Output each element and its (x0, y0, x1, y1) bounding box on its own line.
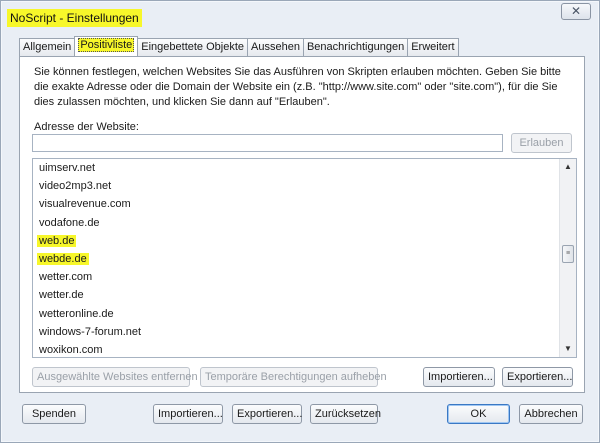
reset-button[interactable]: Zurücksetzen (310, 404, 382, 424)
noscript-settings-window: NoScript - Einstellungen ✕ Allgemein Pos… (0, 0, 600, 443)
site-list-scrollbar[interactable]: ▲ ≡ ▼ (559, 159, 576, 357)
import-label: Importieren... (158, 408, 223, 420)
panel-description: Sie können festlegen, welchen Websites S… (34, 66, 561, 108)
site-name: wetter.de (39, 289, 84, 302)
whitelist-panel: Sie können festlegen, welchen Websites S… (19, 56, 585, 393)
site-list-item[interactable]: visualrevenue.com (33, 195, 560, 213)
panel-export-button[interactable]: Exportieren... (502, 367, 573, 387)
tab-label: Positivliste (78, 38, 135, 52)
tab-label: Erweitert (411, 41, 455, 53)
tab-positivliste[interactable]: Positivliste (74, 36, 139, 56)
tab-label: Benachrichtigungen (306, 41, 405, 53)
title-bar: NoScript - Einstellungen ✕ (1, 1, 599, 33)
site-name: webde.de (37, 252, 89, 265)
site-list-item[interactable]: wetteronline.de (33, 305, 560, 323)
cancel-label: Abbrechen (524, 408, 578, 420)
close-button[interactable]: ✕ (561, 3, 591, 20)
scroll-up-icon[interactable]: ▲ (560, 159, 576, 175)
reset-label: Zurücksetzen (315, 408, 382, 420)
remove-selected-label: Ausgewählte Websites entfernen (37, 371, 198, 383)
allow-button-label: Erlauben (519, 137, 564, 149)
tab-eingebettete-objekte[interactable]: Eingebettete Objekte (137, 38, 249, 56)
close-icon: ✕ (570, 4, 582, 18)
revoke-temporary-button[interactable]: Temporäre Berechtigungen aufheben (200, 367, 387, 387)
site-name: wetteronline.de (39, 307, 114, 320)
ok-label: OK (470, 408, 487, 420)
address-input[interactable] (32, 134, 503, 152)
revoke-temporary-label: Temporäre Berechtigungen aufheben (205, 371, 387, 383)
site-name: uimserv.net (39, 162, 96, 174)
tab-label: Allgemein (23, 41, 72, 53)
site-list-item[interactable]: video2mp3.net (33, 177, 560, 195)
site-name: video2mp3.net (39, 180, 112, 193)
site-name: windows-7-forum.net (39, 325, 142, 338)
panel-import-label: Importieren... (428, 371, 493, 383)
allow-button[interactable]: Erlauben (511, 133, 572, 153)
scroll-thumb[interactable]: ≡ (562, 245, 574, 263)
site-name: web.de (37, 234, 77, 247)
ok-button[interactable]: OK (447, 404, 510, 424)
donate-label: Spenden (31, 408, 77, 420)
address-label: Adresse der Website: (34, 121, 139, 133)
remove-selected-button[interactable]: Ausgewählte Websites entfernen (32, 367, 198, 387)
export-label: Exportieren... (237, 408, 303, 420)
site-name: woxikon.com (39, 343, 103, 356)
grip-icon: ≡ (565, 250, 571, 257)
site-list-item[interactable]: woxikon.com (33, 341, 560, 357)
tab-bar: Allgemein Positivliste Eingebettete Obje… (19, 36, 459, 56)
window-title: NoScript - Einstellungen (7, 9, 142, 27)
site-name: visualrevenue.com (39, 198, 131, 211)
site-list-item[interactable]: vodafone.de (33, 214, 560, 232)
tab-aussehen[interactable]: Aussehen (247, 38, 304, 56)
scroll-down-icon[interactable]: ▼ (560, 341, 576, 357)
site-list-item[interactable]: uimserv.net (33, 159, 560, 177)
tab-label: Eingebettete Objekte (141, 41, 245, 53)
export-button[interactable]: Exportieren... (232, 404, 302, 424)
cancel-button[interactable]: Abbrechen (519, 404, 583, 424)
site-list-item[interactable]: web.de (33, 232, 560, 250)
tab-erweitert[interactable]: Erweitert (407, 38, 459, 56)
tab-allgemein[interactable]: Allgemein (19, 38, 76, 56)
site-name: wetter.com (39, 271, 93, 284)
site-list-item[interactable]: wetter.de (33, 286, 560, 304)
panel-import-button[interactable]: Importieren... (423, 367, 495, 387)
tab-benachrichtigungen[interactable]: Benachrichtigungen (302, 38, 409, 56)
site-name: vodafone.de (39, 216, 100, 229)
site-list[interactable]: uimserv.net video2mp3.net visualrevenue.co… (32, 158, 577, 358)
panel-export-label: Exportieren... (507, 371, 573, 383)
site-list-item[interactable]: wetter.com (33, 268, 560, 286)
import-button[interactable]: Importieren... (153, 404, 223, 424)
donate-button[interactable]: Spenden (22, 404, 86, 424)
site-list-items: uimserv.net video2mp3.net visualrevenue.co… (33, 159, 560, 357)
tab-label: Aussehen (251, 41, 300, 53)
site-list-item[interactable]: windows-7-forum.net (33, 323, 560, 341)
site-list-item[interactable]: webde.de (33, 250, 560, 268)
